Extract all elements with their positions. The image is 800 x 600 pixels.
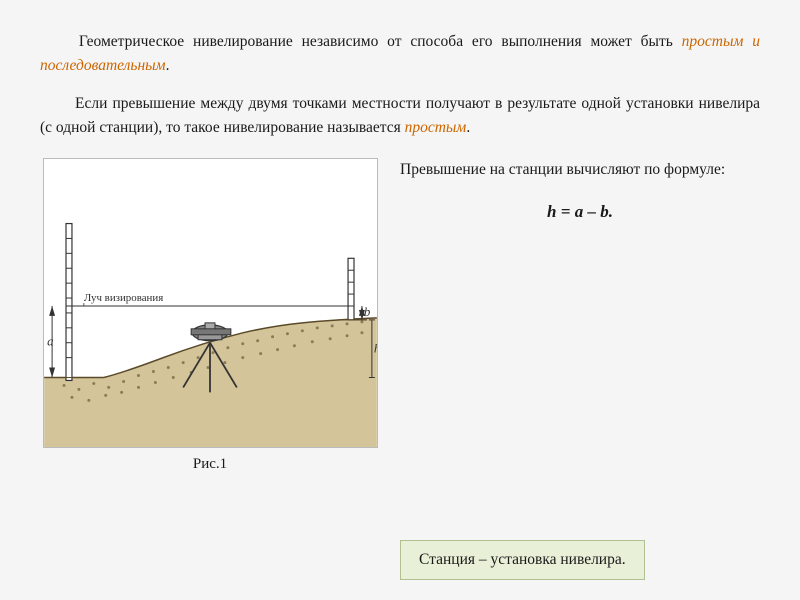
diagram-box: a b Луч визирования h — [43, 158, 378, 448]
paragraph-2: Если превышение между двумя точками мест… — [40, 92, 760, 140]
svg-text:Луч визирования: Луч визирования — [83, 292, 162, 304]
svg-text:h: h — [373, 341, 376, 356]
left-column: a b Луч визирования h Р — [40, 158, 380, 580]
svg-text:b: b — [363, 304, 370, 319]
svg-text:a: a — [47, 334, 53, 349]
para2-prefix: Если превышение между двумя точками мест… — [40, 95, 760, 136]
formula-main: h = a – b. — [400, 202, 760, 222]
paragraph-1: Геометрическое нивелирование независимо … — [40, 30, 760, 78]
station-box: Станция – установка нивелира. — [400, 540, 645, 580]
fig-label: Рис.1 — [193, 456, 227, 473]
diagram-svg: a b Луч визирования h — [44, 159, 377, 447]
right-column: Превышение на станции вычисляют по форму… — [400, 158, 760, 580]
formula-intro: Превышение на станции вычисляют по форму… — [400, 158, 760, 182]
slide: Геометрическое нивелирование независимо … — [0, 0, 800, 600]
para2-highlight: простым — [405, 119, 467, 136]
para1-suffix: . — [166, 57, 170, 74]
para2-suffix: . — [466, 119, 470, 136]
para1-prefix: Геометрическое нивелирование независимо … — [79, 33, 682, 50]
bottom-section: a b Луч визирования h Р — [40, 158, 760, 580]
